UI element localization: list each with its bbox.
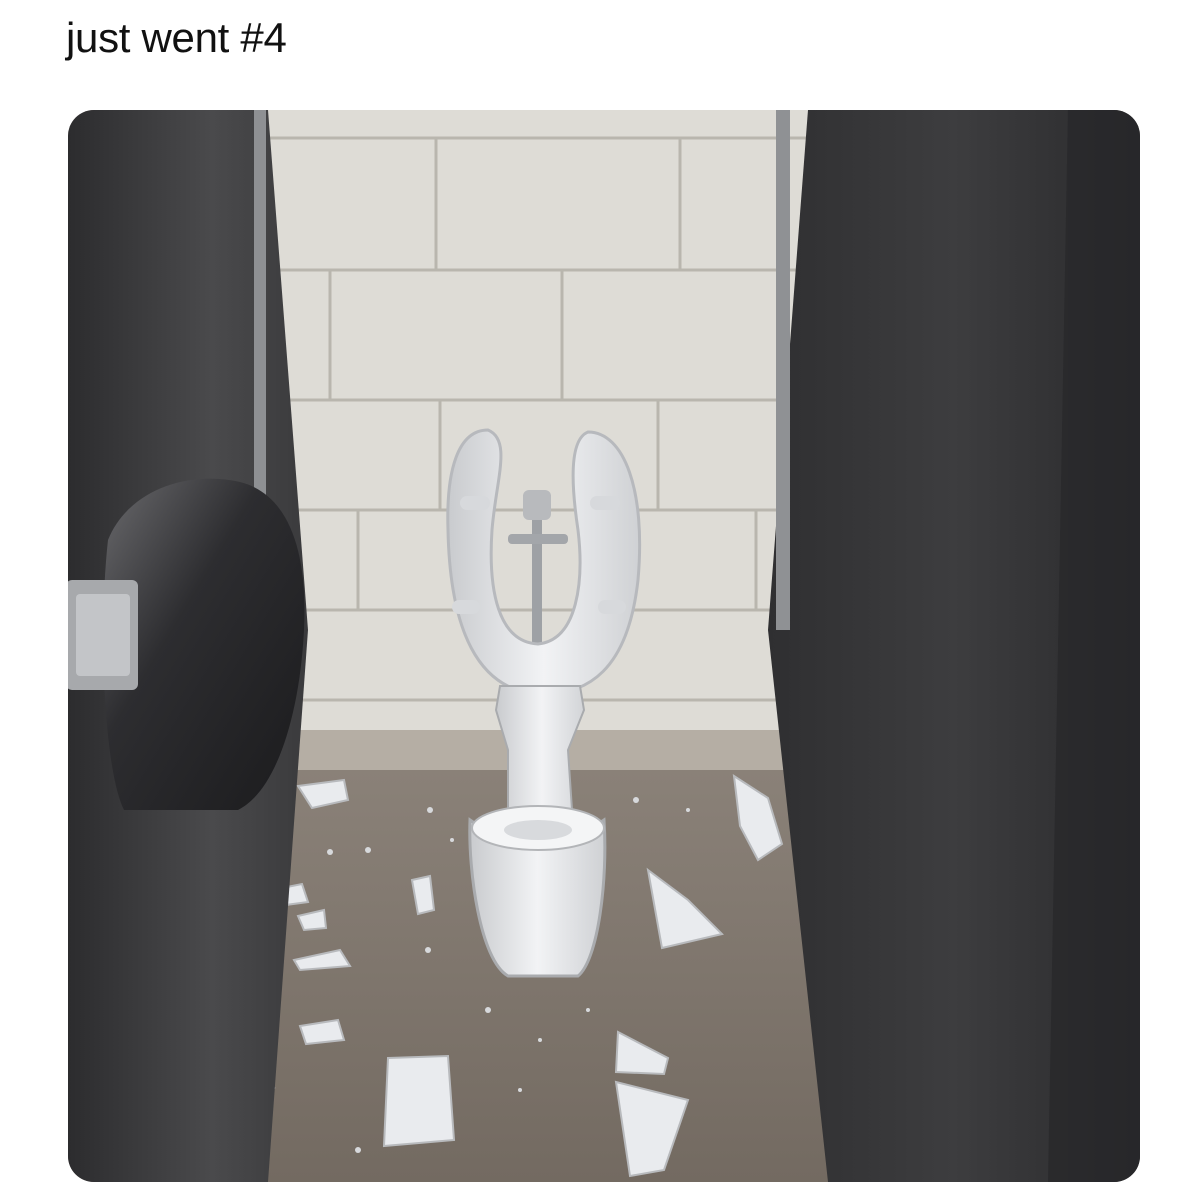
post-caption: just went #4 — [66, 14, 287, 61]
post: just went #4 — [0, 0, 1200, 1200]
photo-broken-toilet — [68, 110, 1140, 1182]
stall-hinge-right — [776, 110, 790, 630]
post-image[interactable] — [68, 110, 1140, 1182]
